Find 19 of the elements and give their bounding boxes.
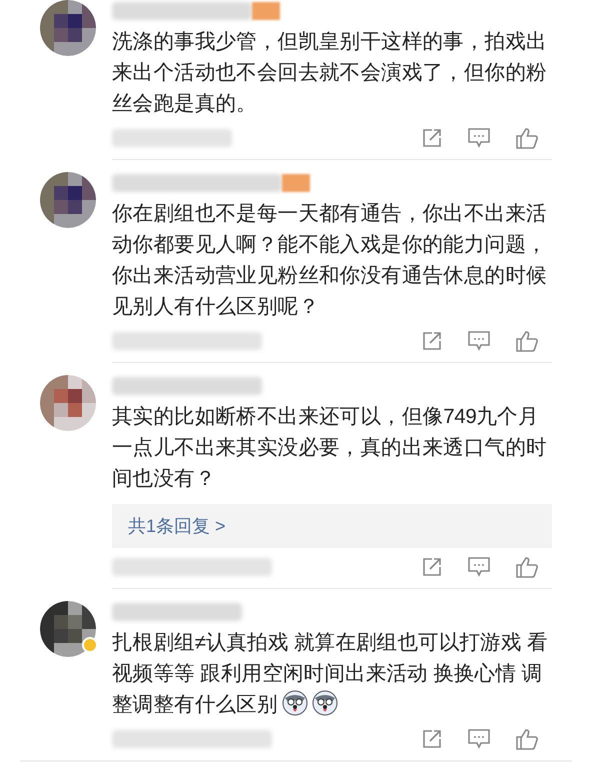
comment-icon[interactable] — [468, 729, 490, 749]
share-icon[interactable] — [422, 331, 442, 351]
thumbs-up-icon[interactable] — [516, 127, 538, 149]
comment-text: 扎根剧组≠认真拍戏 就算在剧组也可以打游戏 看 视频等等 跟利用空闲时间出来活动 换换心情 调 整调整有什么区别 — [112, 630, 549, 718]
comment-icon[interactable] — [468, 331, 490, 351]
comment-text: 洗涤的事我少管，但凯皇别干这样的事，拍戏出 来出个活动也不会回去就不会演戏了，但你的粉 丝会跑是真的。 — [112, 29, 548, 117]
dog-emoji-icon — [312, 690, 338, 716]
thumbs-up-icon[interactable] — [516, 556, 538, 578]
replies-link[interactable]: 共1条回复 > — [128, 512, 226, 540]
share-icon[interactable] — [422, 729, 442, 749]
share-icon[interactable] — [422, 128, 442, 148]
comment-icon[interactable] — [468, 128, 490, 148]
comment-text: 其实的比如断桥不出来还可以，但像749九个月 一点儿不出来其实没必要，真的出来透口气的时 间也没有？ — [112, 404, 548, 492]
dog-emoji-icon — [282, 690, 308, 716]
thumbs-up-icon[interactable] — [516, 330, 538, 352]
comment-text: 你在剧组也不是每一天都有通告，你出不出来活 动你都要见人啊？能不能入戏是你的能力问题， 你出来活动营业见粉丝和你没有通告休息的时候 见别人有什么区别呢？ — [112, 201, 548, 320]
thumbs-up-icon[interactable] — [516, 728, 538, 750]
comment-icon[interactable] — [468, 557, 490, 577]
share-icon[interactable] — [422, 557, 442, 577]
